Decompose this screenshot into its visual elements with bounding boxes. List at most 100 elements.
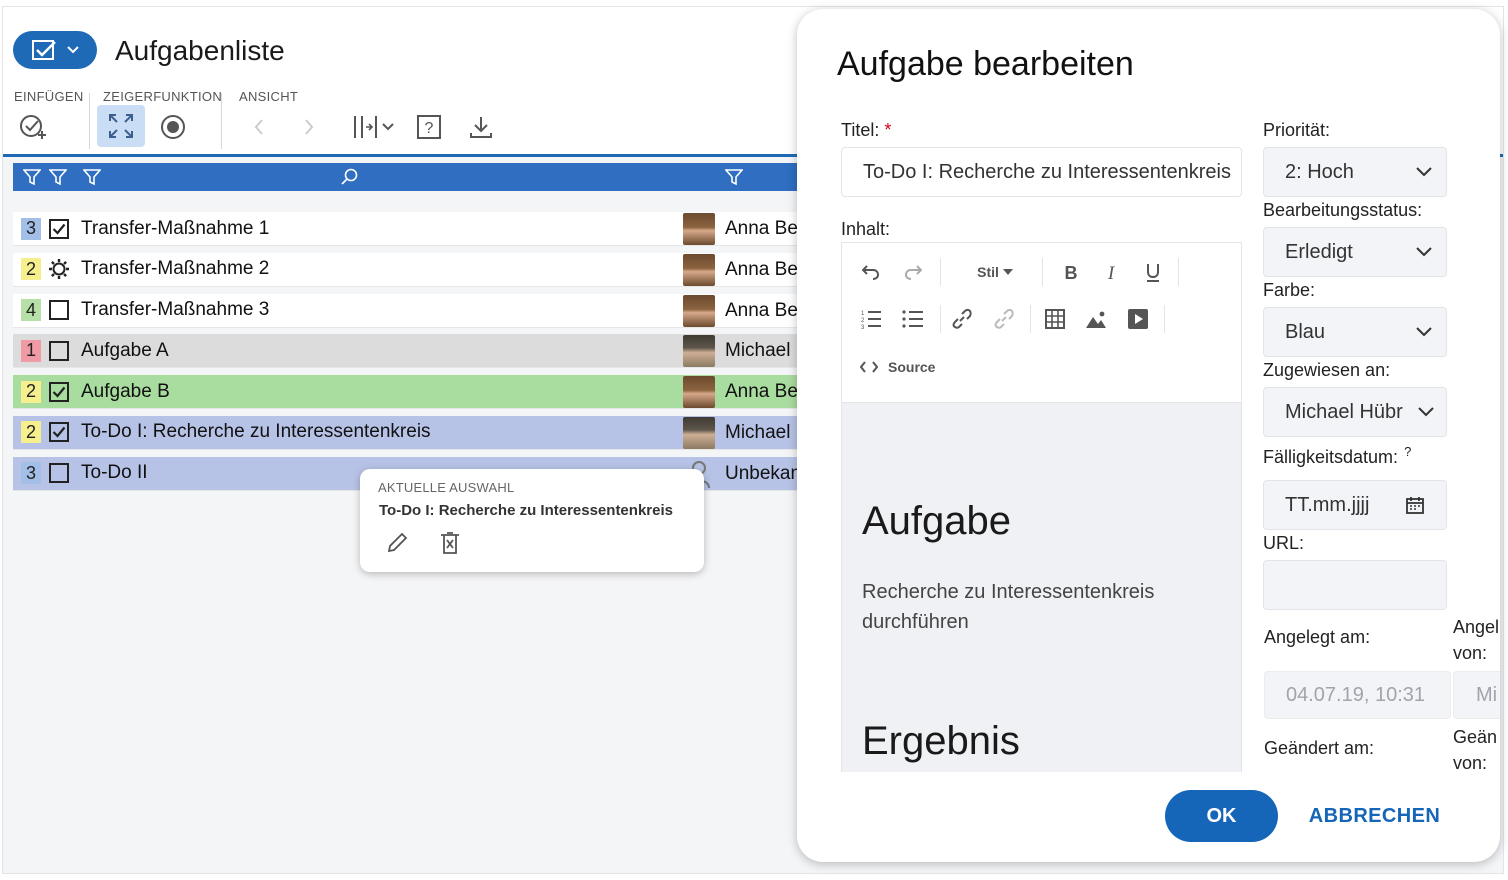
columns-button[interactable]: [345, 107, 401, 147]
ribbon-divider: [221, 93, 222, 149]
created-by-label: Angel von:: [1453, 617, 1500, 663]
filter-icon[interactable]: [82, 168, 102, 191]
link-button[interactable]: [949, 306, 975, 332]
toolbar-divider: [940, 258, 941, 286]
filter-icon[interactable]: [724, 168, 744, 191]
svg-text:B: B: [1065, 263, 1078, 281]
created-by-value: Mi: [1476, 683, 1498, 706]
due-date-placeholder: TT.mm.jjjj: [1285, 493, 1370, 516]
style-dropdown[interactable]: Stil: [970, 259, 1020, 285]
calendar-icon[interactable]: [1406, 496, 1424, 514]
priority-badge: 2: [21, 421, 41, 444]
gear-icon[interactable]: [47, 257, 71, 281]
source-label: Source: [888, 359, 936, 375]
checkbox-empty-icon[interactable]: [47, 298, 71, 322]
undo-button[interactable]: [858, 259, 884, 285]
priority-badge: 1: [21, 339, 41, 362]
created-by-field: Mi: [1453, 671, 1500, 719]
redo-button[interactable]: [900, 259, 926, 285]
caret-down-icon: [1002, 269, 1013, 275]
popover-title: To-Do I: Recherche zu Interessentenkreis: [379, 502, 673, 519]
svg-text:?: ?: [425, 120, 434, 137]
checkbox-empty-icon[interactable]: [47, 339, 71, 363]
search-icon[interactable]: [341, 168, 359, 191]
avatar: [683, 416, 715, 449]
url-input[interactable]: [1263, 560, 1447, 610]
back-button[interactable]: [239, 107, 279, 147]
table-row[interactable]: 2 To-Do I: Recherche zu Interessentenkre…: [13, 415, 813, 450]
priority-badge: 2: [21, 258, 41, 281]
table-row[interactable]: 3 Transfer-Maßnahme 1 Anna Be: [13, 212, 813, 246]
unlink-icon: [994, 308, 1014, 329]
checkbox-checked-icon[interactable]: [47, 217, 71, 241]
edit-button[interactable]: [383, 529, 411, 557]
radio-target-icon: [161, 115, 185, 139]
table-row[interactable]: 1 Aufgabe A Michael I: [13, 334, 813, 369]
status-select[interactable]: Erledigt: [1263, 227, 1447, 277]
color-select[interactable]: Blau: [1263, 307, 1447, 357]
chevron-down-icon: [1416, 247, 1432, 257]
image-icon: [1086, 311, 1106, 328]
media-button[interactable]: [1125, 306, 1151, 332]
bold-icon: B: [1065, 263, 1078, 281]
table-button[interactable]: [1042, 306, 1068, 332]
ok-button[interactable]: OK: [1165, 790, 1278, 842]
popover-label: AKTUELLE AUSWAHL: [378, 480, 515, 495]
checkbox-empty-icon[interactable]: [47, 461, 71, 485]
help-marker[interactable]: ?: [1404, 444, 1411, 459]
rich-text-editor[interactable]: Stil B I 123 Source Aufgabe Recherche zu…: [841, 242, 1242, 772]
checkbox-checked-icon[interactable]: [47, 420, 71, 444]
filter-icon[interactable]: [48, 168, 68, 191]
chevron-down-icon: [1416, 327, 1432, 337]
underline-icon: [1147, 264, 1159, 282]
download-button[interactable]: [461, 107, 501, 147]
title-input[interactable]: To-Do I: Recherche zu Interessentenkreis: [841, 147, 1242, 197]
unlink-button[interactable]: [991, 306, 1017, 332]
add-task-button[interactable]: [14, 107, 54, 147]
priority-select[interactable]: 2: Hoch: [1263, 147, 1447, 197]
forward-button[interactable]: [289, 107, 329, 147]
chevron-right-icon: [305, 119, 314, 135]
cancel-button[interactable]: ABBRECHEN: [1302, 790, 1447, 842]
priority-badge: 3: [21, 217, 41, 240]
redo-icon: [904, 265, 922, 280]
avatar: [683, 335, 715, 368]
image-button[interactable]: [1083, 306, 1109, 332]
due-date-input[interactable]: TT.mm.jjjj: [1263, 480, 1447, 530]
selection-popover: AKTUELLE AUSWAHL To-Do I: Recherche zu I…: [360, 469, 704, 572]
color-label: Farbe:: [1263, 280, 1316, 300]
delete-button[interactable]: [436, 529, 464, 557]
toolbar-divider: [1030, 305, 1031, 333]
table-row[interactable]: 2 Transfer-Maßnahme 2 Anna Be: [13, 252, 813, 287]
columns-icon: [354, 116, 377, 138]
bullet-list-icon: [902, 310, 923, 328]
source-button[interactable]: Source: [860, 354, 950, 380]
style-dropdown-label: Stil: [977, 264, 999, 280]
editor-content[interactable]: Aufgabe Recherche zu Interessentenkreis …: [842, 403, 1241, 772]
bullet-list-button[interactable]: [900, 306, 926, 332]
table-row[interactable]: 4 Transfer-Maßnahme 3 Anna Be: [13, 293, 813, 328]
app-menu-button[interactable]: [13, 31, 97, 69]
bold-button[interactable]: B: [1058, 259, 1084, 285]
avatar: [683, 294, 715, 327]
checkbox-checked-icon[interactable]: [47, 380, 71, 404]
status-label: Bearbeitungsstatus:: [1263, 200, 1423, 220]
toolbar-divider: [1042, 258, 1043, 286]
focus-button[interactable]: [153, 107, 193, 147]
link-icon: [952, 308, 972, 329]
title-input-value: To-Do I: Recherche zu Interessentenkreis: [863, 160, 1231, 183]
table-row[interactable]: 2 Aufgabe B Anna Be: [13, 375, 813, 410]
help-button[interactable]: ?: [409, 107, 449, 147]
numbered-list-button[interactable]: 123: [858, 306, 884, 332]
edit-task-dialog: Aufgabe bearbeiten Titel: * To-Do I: Rec…: [797, 9, 1500, 862]
underline-button[interactable]: [1140, 259, 1166, 285]
page-title: Aufgabenliste: [115, 35, 285, 66]
fit-view-button[interactable]: [97, 105, 145, 147]
assignee-select[interactable]: Michael Hübr: [1263, 387, 1447, 437]
dialog-title: Aufgabe bearbeiten: [837, 45, 1134, 83]
task-check-icon: [32, 40, 56, 60]
color-value: Blau: [1285, 320, 1326, 343]
filter-icon[interactable]: [22, 168, 42, 191]
italic-button[interactable]: I: [1098, 259, 1124, 285]
created-at-field: 04.07.19, 10:31: [1264, 671, 1451, 719]
